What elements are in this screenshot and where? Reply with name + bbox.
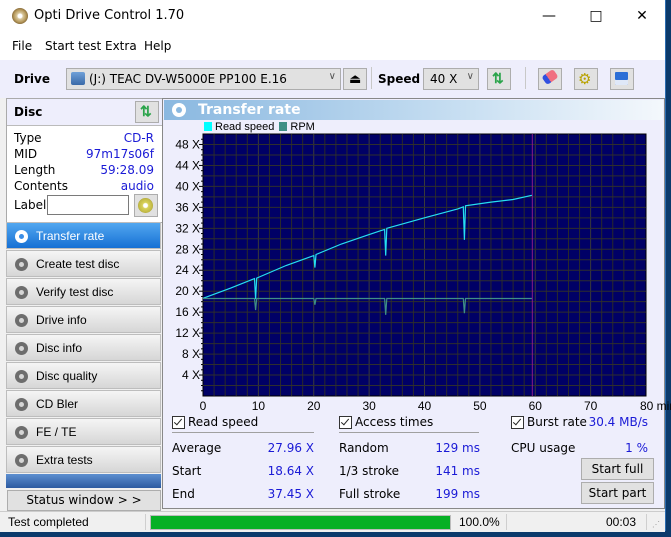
progress-fill xyxy=(151,516,450,529)
x-tick-label: 0 xyxy=(200,399,207,413)
end-label: End xyxy=(172,487,195,501)
divider xyxy=(506,514,507,530)
x-tick-label: 10 xyxy=(252,399,266,413)
random-label: Random xyxy=(339,441,389,455)
average-value: 27.96 X xyxy=(267,441,314,455)
x-tick-label: 70 xyxy=(584,399,598,413)
start-full-button[interactable]: Start full xyxy=(581,458,654,480)
access-times-label: Access times xyxy=(355,415,434,429)
y-tick-label: 20 X xyxy=(175,284,200,298)
fe-te-icon xyxy=(15,426,28,439)
full-stroke-value: 199 ms xyxy=(435,487,480,501)
chart-grid xyxy=(202,133,647,397)
start-value: 18.64 X xyxy=(267,464,314,478)
transfer-rate-chart: 4 X 8 X 12 X 16 X 20 X 24 X 28 X 32 X 36 X 40 X 44… xyxy=(175,133,671,413)
status-window-button[interactable]: Status window > > xyxy=(7,490,161,511)
y-tick-label: 12 X xyxy=(175,326,200,340)
y-tick-label: 16 X xyxy=(175,305,200,319)
progress-percent: 100.0% xyxy=(459,515,500,529)
divider xyxy=(646,514,647,530)
x-tick-label: 80 min xyxy=(640,399,671,413)
access-times-checkbox[interactable] xyxy=(339,416,352,429)
app-window: Opti Drive Control 1.70 — □ ✕ File Start… xyxy=(0,0,671,532)
y-tick-label: 48 X xyxy=(175,137,200,151)
status-text: Test completed xyxy=(8,515,89,529)
y-tick-label: 4 X xyxy=(182,368,200,382)
burst-rate-value: 30.4 MB/s xyxy=(588,415,648,429)
cpu-usage-value: 1 % xyxy=(625,441,648,455)
divider xyxy=(339,432,479,433)
x-tick-label: 50 xyxy=(473,399,487,413)
cpu-usage-label: CPU usage xyxy=(511,441,576,455)
x-tick-label: 20 xyxy=(307,399,321,413)
y-tick-label: 40 X xyxy=(175,179,200,193)
average-label: Average xyxy=(172,441,222,455)
y-tick-label: 28 X xyxy=(175,242,200,256)
start-label: Start xyxy=(172,464,202,478)
nav-label: Extra tests xyxy=(36,453,93,467)
y-tick-label: 8 X xyxy=(182,347,200,361)
nav-extra-tests[interactable]: Extra tests xyxy=(6,446,161,473)
nav-footer-strip xyxy=(6,474,161,488)
y-tick-label: 44 X xyxy=(175,158,200,172)
third-stroke-value: 141 ms xyxy=(435,464,480,478)
burst-rate-checkbox[interactable] xyxy=(511,416,524,429)
progress-bar xyxy=(150,515,451,530)
nav-label: FE / TE xyxy=(36,425,77,439)
divider xyxy=(145,514,146,530)
y-tick-label: 32 X xyxy=(175,221,200,235)
nav-fe-te[interactable]: FE / TE xyxy=(6,418,161,445)
third-stroke-label: 1/3 stroke xyxy=(339,464,399,478)
elapsed-time: 00:03 xyxy=(606,515,637,529)
random-value: 129 ms xyxy=(435,441,480,455)
x-tick-label: 40 xyxy=(418,399,432,413)
y-tick-label: 36 X xyxy=(175,200,200,214)
read-speed-label: Read speed xyxy=(188,415,259,429)
divider xyxy=(172,432,314,433)
x-tick-label: 60 xyxy=(529,399,543,413)
status-bar: Test completed 100.0% 00:03 ⋰ xyxy=(0,511,665,532)
x-tick-label: 30 xyxy=(362,399,376,413)
read-speed-checkbox[interactable] xyxy=(172,416,185,429)
extra-tests-icon xyxy=(15,454,28,467)
full-stroke-label: Full stroke xyxy=(339,487,401,501)
resize-grip[interactable]: ⋰ xyxy=(652,520,660,529)
end-value: 37.45 X xyxy=(267,487,314,501)
y-tick-label: 24 X xyxy=(175,263,200,277)
start-part-button[interactable]: Start part xyxy=(581,482,654,504)
